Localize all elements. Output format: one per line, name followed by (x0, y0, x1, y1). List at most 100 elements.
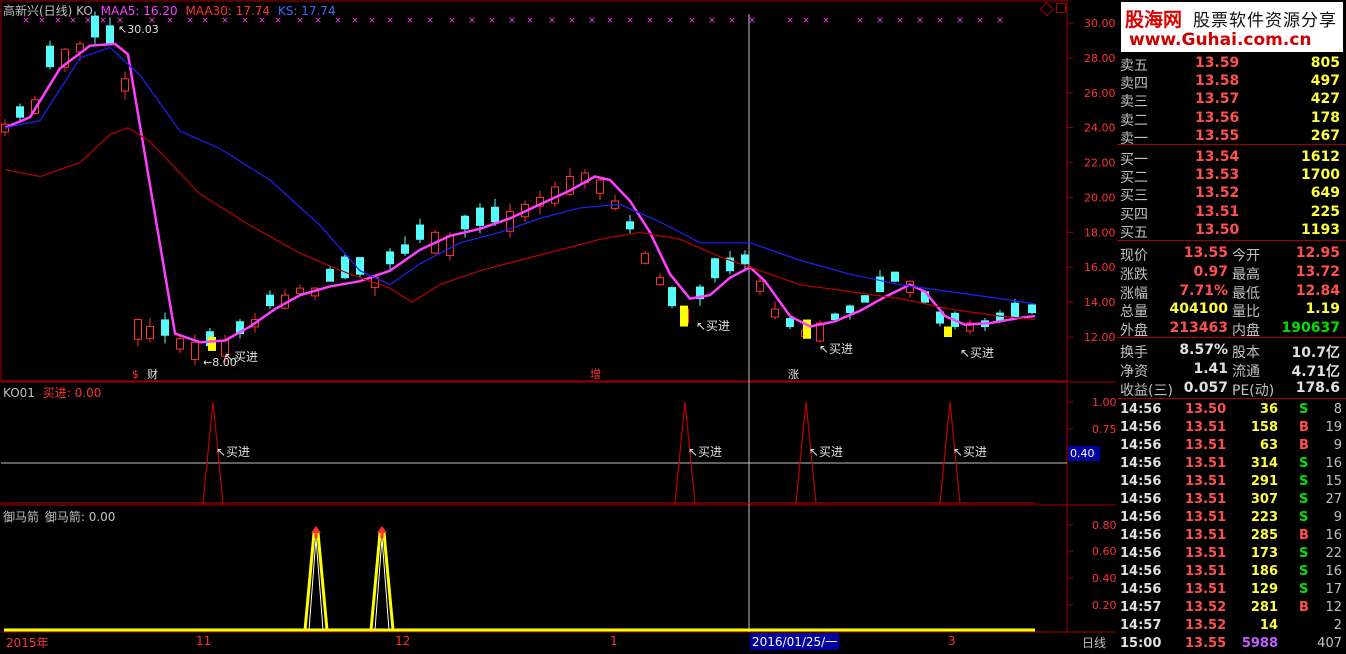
chart-area[interactable]: × × × × × × × × × × × × × × × × × × × × × × × × × × × × × × × × × × × × × × × ×… (0, 0, 1117, 651)
price-axis-label: 18.00 (1084, 226, 1116, 239)
candle-body (46, 45, 54, 68)
candle-body (461, 215, 469, 230)
ask-price: 13.58 (1195, 73, 1240, 90)
tick-time: 14:56 (1120, 510, 1162, 525)
arrow-axis-label: 0.40 (1092, 572, 1116, 585)
price-axis-label: 16.00 (1084, 261, 1116, 274)
time-cursor-date: 2016/01/25/一 (750, 633, 840, 650)
stat-row: 涨跌 0.97 最高 13.72 (1117, 263, 1346, 283)
arrow-axis-label: 0.20 (1092, 599, 1116, 612)
ask-price: 13.59 (1195, 55, 1240, 71)
zeng-marker: 增 (590, 367, 601, 381)
signal-x-mark: × (748, 16, 756, 26)
stat-value: 13.72 (1295, 263, 1340, 280)
period-label[interactable]: 日线 (1082, 634, 1106, 651)
stat-value: 12.84 (1295, 282, 1340, 299)
candle-body (771, 308, 779, 318)
tick-price: 13.51 (1185, 528, 1227, 543)
ask-row: 卖二 13.56 178 (1117, 109, 1346, 129)
ma5-line (4, 42, 1036, 344)
bid-volume: 225 (1310, 203, 1340, 220)
candle-body (641, 252, 649, 264)
time-label-11: 11 (196, 634, 212, 648)
stat-label: 流通 (1232, 364, 1260, 380)
logo-name: 股海网 (1125, 9, 1183, 31)
ma5-readout: MAA5: 16.20 (100, 4, 178, 18)
stat-row: 总量 404100 量比 1.19 (1117, 300, 1346, 320)
ask-price: 13.55 (1195, 127, 1240, 144)
tick-price: 13.52 (1185, 600, 1227, 615)
tick-volume: 129 (1250, 582, 1278, 597)
tick-row: 14:57 13.52 281 B 12 (1117, 599, 1346, 617)
tick-side: S (1299, 492, 1309, 507)
candle-body (1028, 304, 1036, 314)
bid-volume: 1700 (1301, 167, 1340, 184)
tick-price: 13.55 (1185, 636, 1227, 651)
tick-volume: 186 (1250, 564, 1278, 579)
tick-price: 13.51 (1185, 546, 1227, 561)
tick-count: 12 (1325, 600, 1342, 615)
candle-body (846, 305, 854, 314)
ask-row: 卖三 13.57 427 (1117, 90, 1346, 110)
signal-x-mark: × (802, 16, 810, 26)
price-axis-label: 20.00 (1084, 191, 1116, 204)
price-axis-label: 22.00 (1084, 157, 1116, 170)
stat-value: 4.71亿 (1291, 364, 1340, 380)
signal-x-mark: × (588, 16, 596, 26)
tick-count: 15 (1325, 474, 1342, 489)
bid-row: 买二 13.53 1700 (1117, 166, 1346, 186)
tick-side: S (1299, 402, 1309, 417)
tick-side: B (1299, 528, 1309, 543)
arrow-up-icon (311, 526, 321, 533)
tick-count: 22 (1325, 546, 1342, 561)
arrow-spike (369, 531, 395, 631)
ko-axis-label: 0.75 (1092, 423, 1116, 436)
stat-value: 404100 (1169, 301, 1228, 318)
tick-side: B (1299, 420, 1309, 435)
tick-volume: 291 (1250, 474, 1278, 489)
ko-axis-label: 1.00 (1092, 396, 1116, 409)
price-axis-label: 26.00 (1084, 87, 1116, 100)
candle-body (146, 326, 154, 340)
bid-price: 13.51 (1195, 203, 1240, 220)
candle-body (161, 319, 169, 336)
divider (1117, 337, 1346, 338)
guhai-logo: 股海网 股票软件资源分享 www.Guhai.com.cn (1121, 2, 1343, 52)
tick-row: 14:56 13.51 291 S 15 (1117, 473, 1346, 491)
candle-body (266, 294, 274, 307)
high-price-label: ↖30.03 (118, 23, 159, 36)
tick-row: 15:00 13.55 5988 407 (1117, 635, 1346, 653)
tick-time: 14:56 (1120, 438, 1162, 453)
signal-x-mark: × (406, 16, 414, 26)
tick-price: 13.51 (1185, 474, 1227, 489)
tick-time: 14:56 (1120, 456, 1162, 471)
candle-body (656, 277, 664, 286)
tick-count: 9 (1333, 510, 1342, 525)
candle-body (121, 78, 129, 92)
tick-price: 13.51 (1185, 582, 1227, 597)
buy-signal-bar (944, 326, 952, 337)
candle-body (16, 106, 24, 118)
time-label-1: 1 (610, 634, 618, 648)
signal-x-mark: × (822, 16, 830, 26)
tick-volume: 223 (1250, 510, 1278, 525)
ks-readout: KS: 17.74 (277, 4, 336, 18)
arrow-panel-title: 御马箭 (3, 510, 40, 524)
stat-value: 0.97 (1193, 263, 1228, 280)
signal-x-mark: × (996, 16, 1004, 26)
stat-value: 8.57% (1179, 342, 1228, 358)
tick-time: 15:00 (1120, 636, 1162, 651)
ask-volume: 267 (1310, 127, 1340, 144)
dollar-marker: $ (132, 368, 139, 381)
divider (1117, 398, 1346, 399)
candle-body (296, 287, 304, 294)
tick-time: 14:56 (1120, 546, 1162, 561)
signal-x-mark: × (708, 16, 716, 26)
price-axis-label: 28.00 (1084, 52, 1116, 65)
bid-row: 买三 13.52 649 (1117, 184, 1346, 204)
window-toggle-icon[interactable] (1056, 3, 1066, 13)
kline-chart-svg[interactable]: × × × × × × × × × × × × × × × × × × × × × × × × × × × × × × × × × × × × × × × ×… (0, 0, 1117, 651)
signal-x-mark: × (386, 16, 394, 26)
bid-row: 买五 13.50 1193 (1117, 221, 1346, 241)
bid-label: 买五 (1120, 224, 1148, 241)
